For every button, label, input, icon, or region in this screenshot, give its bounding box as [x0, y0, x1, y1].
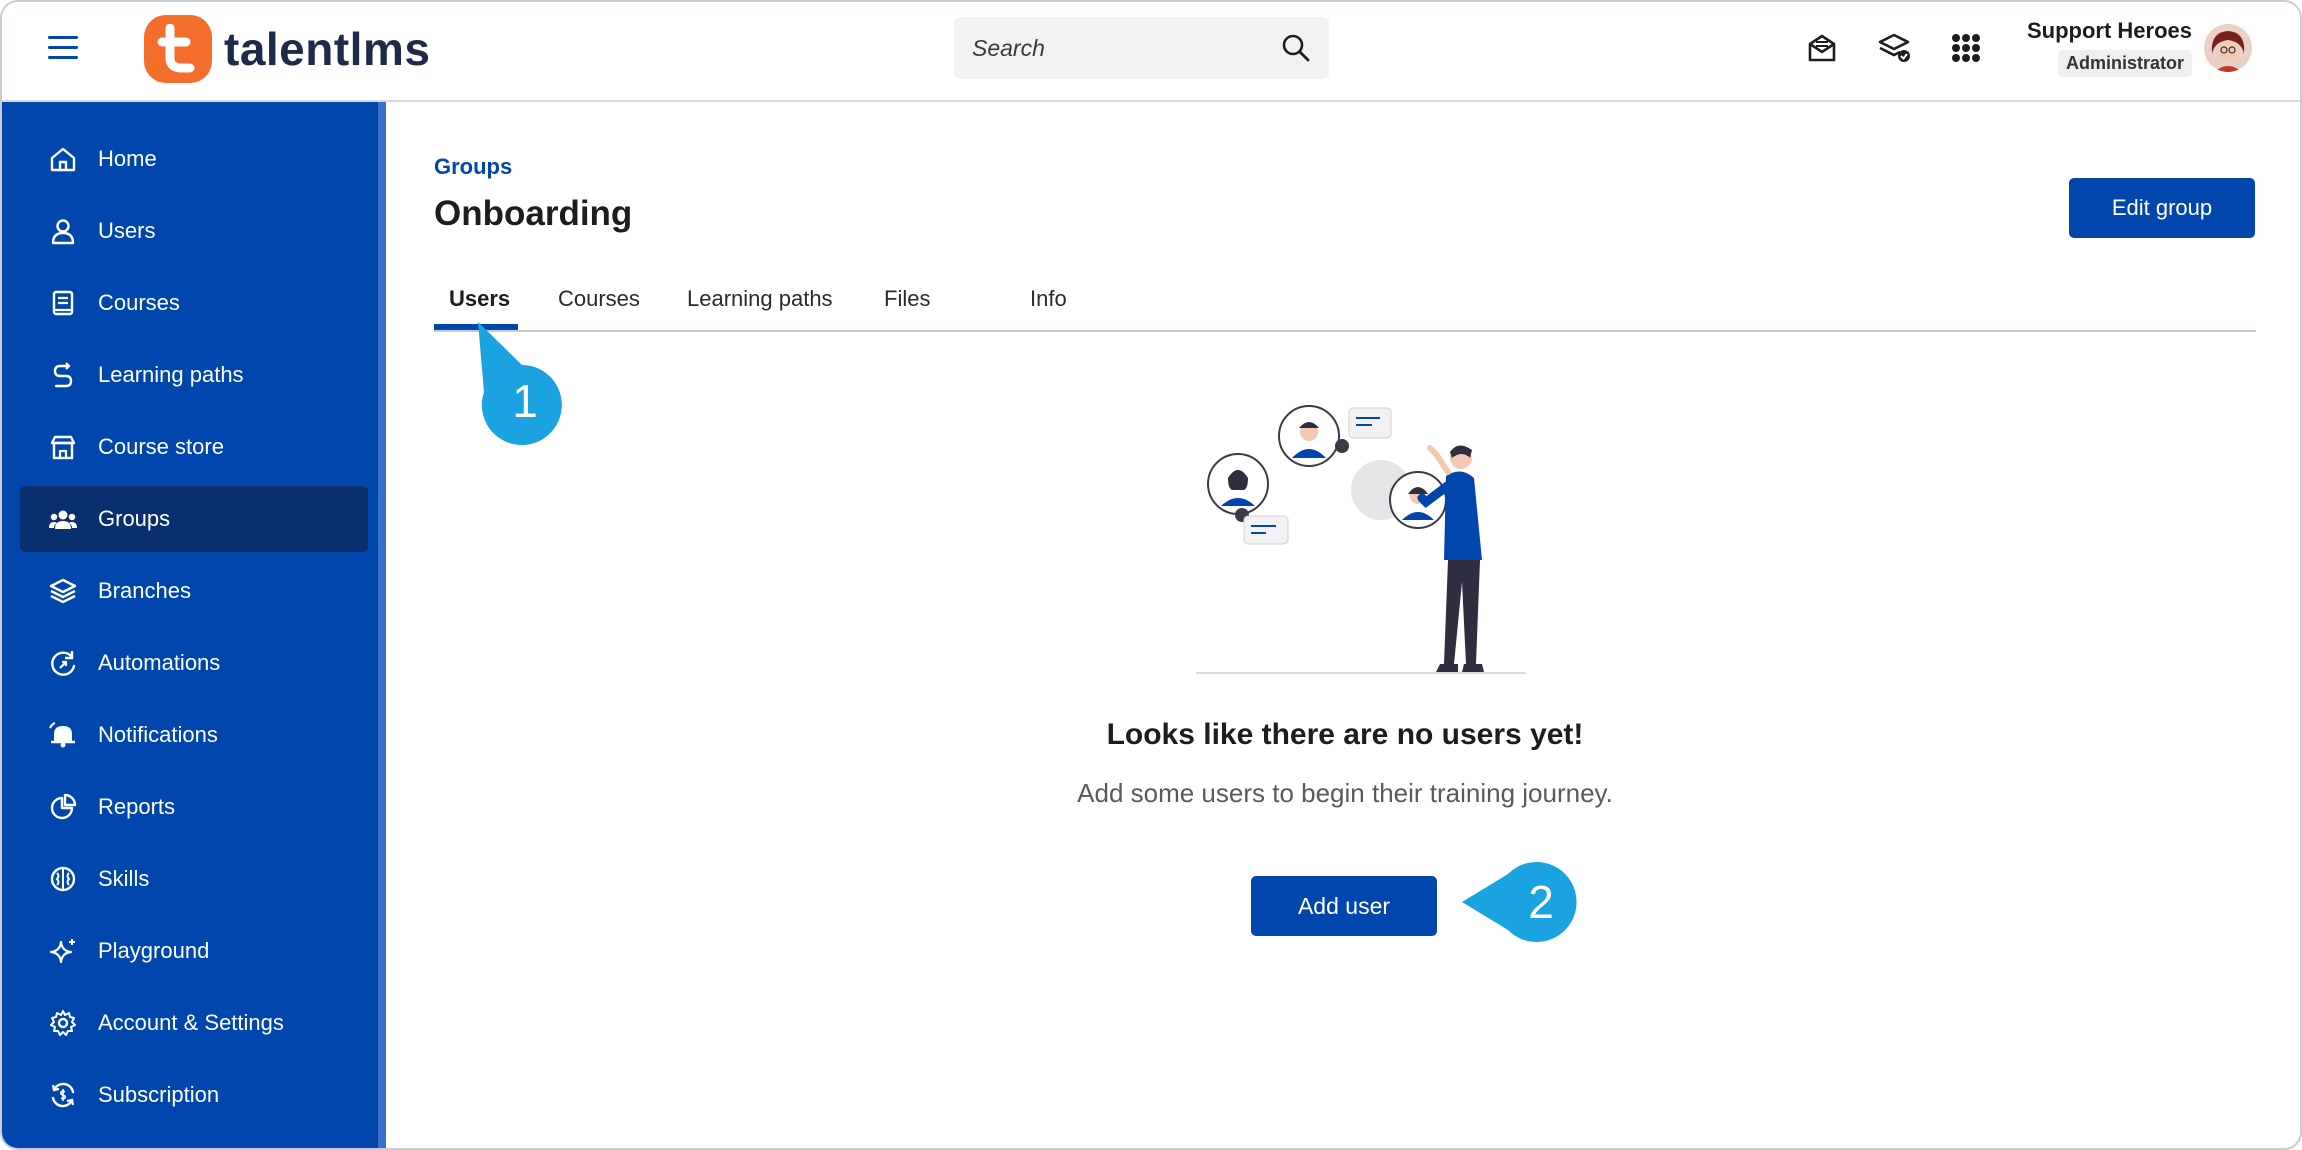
groups-icon — [49, 510, 77, 529]
sidebar-item-label: Branches — [98, 578, 191, 603]
sidebar-item-label: Account & Settings — [98, 1010, 284, 1035]
sidebar-item-label: Skills — [98, 866, 150, 891]
app-window: talentlms Suppo — [0, 0, 2302, 1150]
bell-icon — [49, 722, 75, 748]
sidebar-resize-handle[interactable] — [378, 102, 386, 1148]
logo[interactable]: talentlms — [144, 14, 430, 84]
courses-check-icon[interactable] — [1876, 30, 1912, 66]
tab-files[interactable]: Files — [884, 266, 930, 332]
gear-icon — [50, 1010, 76, 1036]
store-icon — [50, 435, 76, 460]
sidebar-item-label: Learning paths — [98, 362, 244, 387]
tab-bar: Users Courses Learning paths Files Info — [434, 266, 2256, 332]
user-name: Support Heroes — [2026, 18, 2192, 43]
user-menu[interactable]: Support Heroes Administrator — [2022, 18, 2192, 77]
path-icon — [53, 362, 73, 388]
user-role-badge: Administrator — [2057, 50, 2192, 77]
sidebar-item-courses[interactable]: Courses — [20, 270, 368, 336]
sidebar-item-label: Reports — [98, 794, 176, 819]
tab-learning-paths[interactable]: Learning paths — [687, 266, 833, 332]
layers-icon — [49, 578, 77, 604]
sidebar-item-automations[interactable]: Automations — [20, 630, 368, 696]
page-title: Onboarding — [434, 194, 633, 233]
logo-mark-icon — [144, 15, 212, 83]
menu-icon[interactable] — [48, 36, 78, 62]
refresh-dollar-icon — [51, 1082, 75, 1108]
home-icon — [50, 147, 76, 172]
tab-info[interactable]: Info — [1030, 266, 1067, 332]
sidebar-item-label: Course store — [98, 434, 224, 459]
add-user-button[interactable]: Add user — [1251, 876, 1437, 936]
sidebar-item-subscription[interactable]: Subscription — [20, 1062, 368, 1128]
tab-users[interactable]: Users — [449, 266, 510, 332]
sidebar-item-label: Notifications — [98, 722, 218, 747]
active-tab-indicator — [434, 324, 518, 330]
sidebar-item-label: Playground — [98, 938, 210, 963]
edit-group-button[interactable]: Edit group — [2069, 178, 2255, 238]
sidebar-item-playground[interactable]: Playground — [20, 918, 368, 984]
apps-grid-icon[interactable] — [1948, 30, 1984, 66]
sidebar-item-account-settings[interactable]: Account & Settings — [20, 990, 368, 1056]
sidebar-item-notifications[interactable]: Notifications — [20, 702, 368, 768]
brain-icon — [50, 866, 76, 892]
sidebar-item-course-store[interactable]: Course store — [20, 414, 368, 480]
sidebar-item-reports[interactable]: Reports — [20, 774, 368, 840]
sidebar-item-label: Automations — [98, 650, 221, 675]
sidebar-item-groups[interactable]: Groups — [20, 486, 368, 552]
search-icon[interactable] — [1281, 33, 1311, 63]
sidebar-item-label: Subscription — [98, 1082, 220, 1107]
search-input[interactable] — [972, 34, 1281, 62]
pie-chart-icon — [50, 793, 77, 820]
sidebar-item-label: Users — [98, 218, 156, 243]
sparkle-icon — [49, 939, 75, 964]
tab-courses[interactable]: Courses — [558, 266, 640, 332]
sidebar-item-learning-paths[interactable]: Learning paths — [20, 342, 368, 408]
sidebar-item-branches[interactable]: Branches — [20, 558, 368, 624]
sidebar-item-label: Home — [98, 146, 157, 171]
top-header: talentlms Suppo — [2, 2, 2300, 102]
sidebar: Home Users Courses Learning paths Course… — [2, 102, 378, 1148]
sidebar-item-label: Groups — [98, 506, 171, 531]
book-icon — [52, 290, 74, 316]
sidebar-item-users[interactable]: Users — [20, 198, 368, 264]
automation-icon — [51, 651, 76, 676]
user-icon — [51, 219, 75, 245]
logo-text: talentlms — [224, 23, 431, 75]
sidebar-item-home[interactable]: Home — [20, 126, 368, 192]
sidebar-item-skills[interactable]: Skills — [20, 846, 368, 912]
search-box[interactable] — [954, 17, 1329, 79]
inbox-icon[interactable] — [1804, 30, 1840, 66]
empty-state-subtitle: Add some users to begin their training j… — [1077, 778, 1613, 808]
breadcrumb[interactable]: Groups — [434, 154, 512, 180]
empty-users-illustration — [1196, 405, 1526, 674]
avatar[interactable] — [2204, 24, 2252, 72]
sidebar-item-label: Courses — [98, 290, 180, 315]
main-content: Groups Onboarding Edit group Users Cours… — [386, 102, 2300, 1148]
empty-state-title: Looks like there are no users yet! — [1106, 718, 1584, 751]
